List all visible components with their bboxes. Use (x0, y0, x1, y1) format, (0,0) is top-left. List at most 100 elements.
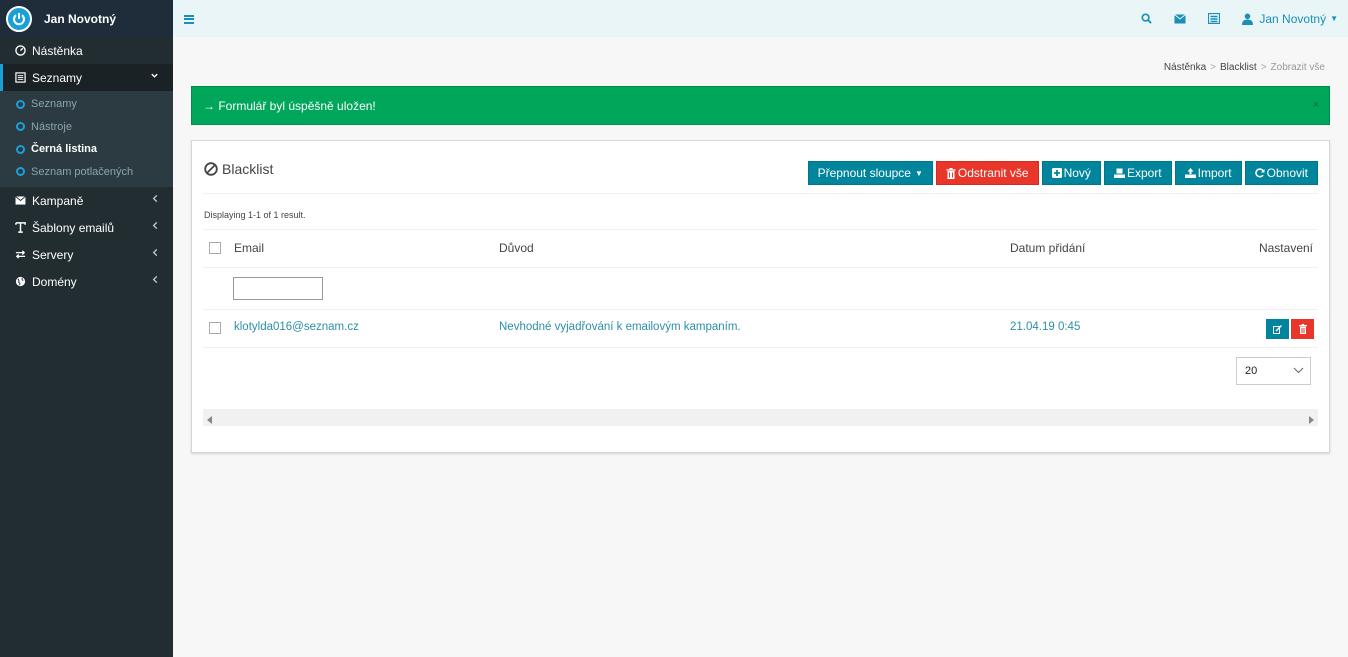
breadcrumb-item[interactable]: Nástěnka (1164, 62, 1206, 73)
blacklist-table: Email Důvod Datum přidání Nastavení klot… (203, 229, 1318, 348)
toolbar: Přepnout sloupce ▼ Odstranit vše Nový Ex… (805, 161, 1318, 185)
search-icon[interactable] (1141, 13, 1153, 24)
envelope-icon (14, 195, 26, 207)
row-email[interactable]: klotylda016@seznam.cz (234, 321, 359, 333)
sidebar-subitem-label: Černá listina (31, 143, 98, 156)
column-header-settings: Nastavení (1258, 241, 1313, 255)
circle-icon (16, 99, 25, 109)
topbar-actions: Jan Novotný ▼ (1119, 0, 1338, 37)
export-icon (1113, 168, 1125, 178)
chevron-down-icon (150, 71, 159, 83)
refresh-button[interactable]: Obnovit (1244, 161, 1318, 185)
sidebar-subitem-suppressed[interactable]: Seznam potlačených (0, 161, 173, 184)
horizontal-scrollbar[interactable] (203, 409, 1318, 426)
button-label: Export (1126, 166, 1162, 180)
select-all-checkbox[interactable] (209, 242, 221, 254)
toggle-columns-button[interactable]: Přepnout sloupce ▼ (807, 161, 933, 185)
circle-icon (16, 167, 25, 177)
sidebar-item-label: Nástěnka (32, 43, 83, 58)
success-alert: → Formulář byl úspěšně uložen! × (191, 86, 1330, 125)
brand[interactable]: Jan Novotný (0, 0, 173, 37)
sidebar-subitem-tools[interactable]: Nástroje (0, 116, 173, 139)
sidebar-submenu: Seznamy Nástroje Černá listina Seznam po… (0, 91, 173, 187)
scroll-right-icon[interactable] (1308, 413, 1314, 427)
edit-icon (1273, 324, 1282, 334)
user-icon (1242, 13, 1254, 25)
page-title: Blacklist (222, 161, 274, 177)
sidebar-item-servers[interactable]: Servery (0, 241, 173, 268)
page-size-value: 20 (1245, 365, 1258, 377)
delete-button[interactable] (1291, 319, 1314, 339)
sidebar-subitem-blacklist[interactable]: Černá listina (0, 138, 173, 161)
chevron-left-icon (151, 194, 159, 206)
blacklist-box: Blacklist Přepnout sloupce ▼ Odstranit v… (191, 140, 1330, 453)
sidebar-subitem-label: Seznamy (31, 98, 77, 111)
row-reason[interactable]: Nevhodné vyjadřování k emailovým kampaní… (499, 321, 741, 333)
sidebar-subitem-lists[interactable]: Seznamy (0, 93, 173, 116)
text-icon (14, 222, 26, 234)
sidebar-item-label: Servery (32, 247, 74, 262)
chevron-left-icon (151, 275, 159, 287)
envelope-icon[interactable] (1174, 13, 1187, 24)
sidebar-item-label: Kampaně (32, 193, 84, 208)
sidebar-subitem-label: Nástroje (31, 120, 72, 133)
button-label: Nový (1063, 166, 1091, 180)
menu-toggle-icon[interactable] (184, 14, 194, 24)
page-size-select[interactable]: 20 (1236, 357, 1311, 385)
button-label: Obnovit (1266, 166, 1308, 180)
button-label: Import (1197, 166, 1232, 180)
globe-icon (14, 276, 26, 288)
chevron-left-icon (151, 248, 159, 260)
topbar: Jan Novotný ▼ (173, 0, 1348, 37)
breadcrumb-item[interactable]: Blacklist (1220, 62, 1257, 73)
power-logo-icon (6, 5, 32, 32)
exchange-icon (14, 249, 26, 261)
sidebar: Jan Novotný Nástěnka Seznamy Seznamy Nás… (0, 0, 173, 657)
column-header-email[interactable]: Email (234, 241, 264, 255)
breadcrumb-current: Zobrazit vše (1270, 62, 1325, 73)
sidebar-item-templates[interactable]: Šablony emailů (0, 214, 173, 241)
button-label: Odstranit vše (957, 166, 1029, 180)
import-button[interactable]: Import (1174, 161, 1242, 185)
button-label: Přepnout sloupce (817, 166, 911, 180)
email-filter-input[interactable] (233, 277, 323, 300)
sidebar-item-domains[interactable]: Domény (0, 268, 173, 295)
tasks-icon[interactable] (1208, 13, 1221, 24)
column-header-date[interactable]: Datum přidání (1010, 241, 1085, 255)
new-button[interactable]: Nový (1041, 161, 1101, 185)
sidebar-item-label: Šablony emailů (32, 220, 115, 235)
brand-name: Jan Novotný (44, 11, 117, 26)
chevron-down-icon (1293, 366, 1304, 378)
list-icon (14, 72, 26, 84)
scroll-left-icon[interactable] (207, 413, 213, 427)
sidebar-item-label: Seznamy (32, 70, 83, 85)
dashboard-icon (14, 45, 26, 57)
refresh-icon (1254, 168, 1265, 178)
trash-icon (946, 167, 956, 179)
breadcrumb: Nástěnka > Blacklist > Zobrazit vše (1163, 62, 1325, 73)
table-row: klotylda016@seznam.cz Nevhodné vyjadřová… (203, 309, 1318, 348)
edit-button[interactable] (1266, 319, 1289, 339)
import-icon (1184, 168, 1196, 178)
row-date[interactable]: 21.04.19 0:45 (1010, 321, 1080, 333)
trash-icon (1298, 324, 1307, 334)
close-icon[interactable]: × (1313, 99, 1319, 111)
export-button[interactable]: Export (1103, 161, 1172, 185)
sidebar-subitem-label: Seznam potlačených (31, 165, 134, 178)
row-checkbox[interactable] (209, 322, 221, 334)
caret-down-icon: ▼ (1330, 14, 1338, 23)
circle-icon (16, 144, 25, 154)
alert-message: → Formulář byl úspěšně uložen! (203, 98, 376, 113)
caret-down-icon: ▼ (914, 168, 923, 178)
user-menu[interactable]: Jan Novotný ▼ (1242, 12, 1338, 26)
sidebar-item-lists[interactable]: Seznamy (0, 64, 173, 91)
table-filter-row (203, 267, 1318, 309)
table-header-row: Email Důvod Datum přidání Nastavení (203, 229, 1318, 267)
sidebar-item-dashboard[interactable]: Nástěnka (0, 37, 173, 64)
column-header-reason[interactable]: Důvod (499, 241, 534, 255)
box-header: Blacklist Přepnout sloupce ▼ Odstranit v… (203, 141, 1318, 194)
delete-all-button[interactable]: Odstranit vše (935, 161, 1039, 185)
chevron-left-icon (151, 221, 159, 233)
sidebar-item-campaigns[interactable]: Kampaně (0, 187, 173, 214)
circle-icon (16, 122, 25, 132)
